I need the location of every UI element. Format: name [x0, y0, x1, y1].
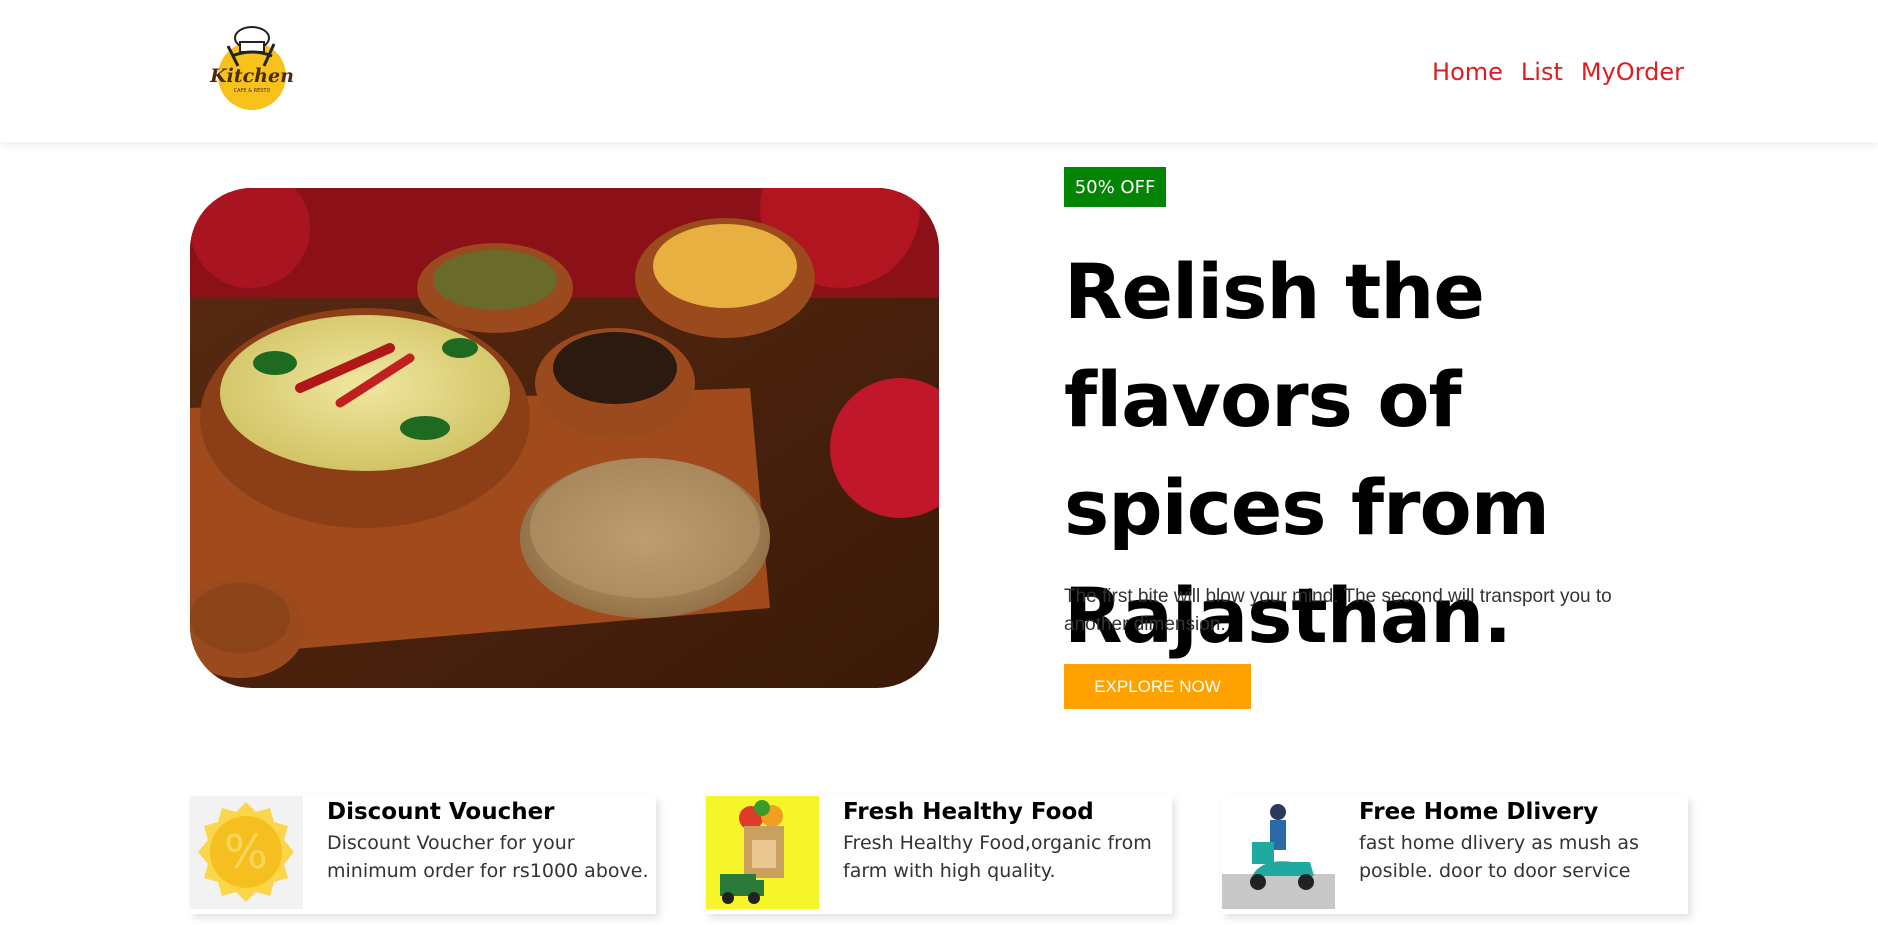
svg-text:%: % [224, 825, 268, 879]
feature-description: fast home dlivery as mush as posible. do… [1359, 832, 1639, 882]
feature-title: Free Home Dlivery [1359, 799, 1599, 825]
site-header: Kitchen CAFE & RESTO Home List MyOrder [0, 0, 1878, 142]
percent-seal-icon: % [190, 796, 303, 909]
feature-card-delivery: Free Home Dlivery fast home dlivery as m… [1222, 796, 1688, 914]
svg-text:Kitchen: Kitchen [209, 65, 294, 87]
feature-title: Discount Voucher [327, 799, 555, 825]
nav-home-link[interactable]: Home [1432, 58, 1503, 86]
delivery-scooter-icon [1222, 796, 1335, 909]
feature-title: Fresh Healthy Food [843, 799, 1094, 825]
feature-card-fresh-food: Fresh Healthy Food Fresh Healthy Food,or… [706, 796, 1172, 914]
discount-badge: 50% OFF [1064, 167, 1166, 207]
brand-logo[interactable]: Kitchen CAFE & RESTO [206, 22, 298, 116]
fresh-food-bag-icon [706, 796, 819, 909]
explore-now-button[interactable]: EXPLORE NOW [1064, 664, 1251, 709]
hero-subtitle: The first bite will blow your mind. The … [1064, 586, 1612, 635]
main-nav: Home List MyOrder [1432, 58, 1684, 86]
feature-description: Discount Voucher for your minimum order … [327, 832, 649, 882]
feature-description: Fresh Healthy Food,organic from farm wit… [843, 832, 1152, 882]
svg-text:CAFE & RESTO: CAFE & RESTO [234, 88, 271, 94]
hero-food-image [190, 188, 939, 688]
nav-myorder-link[interactable]: MyOrder [1581, 58, 1684, 86]
feature-card-discount: % Discount Voucher Discount Voucher for … [190, 796, 656, 914]
nav-list-link[interactable]: List [1521, 58, 1563, 86]
